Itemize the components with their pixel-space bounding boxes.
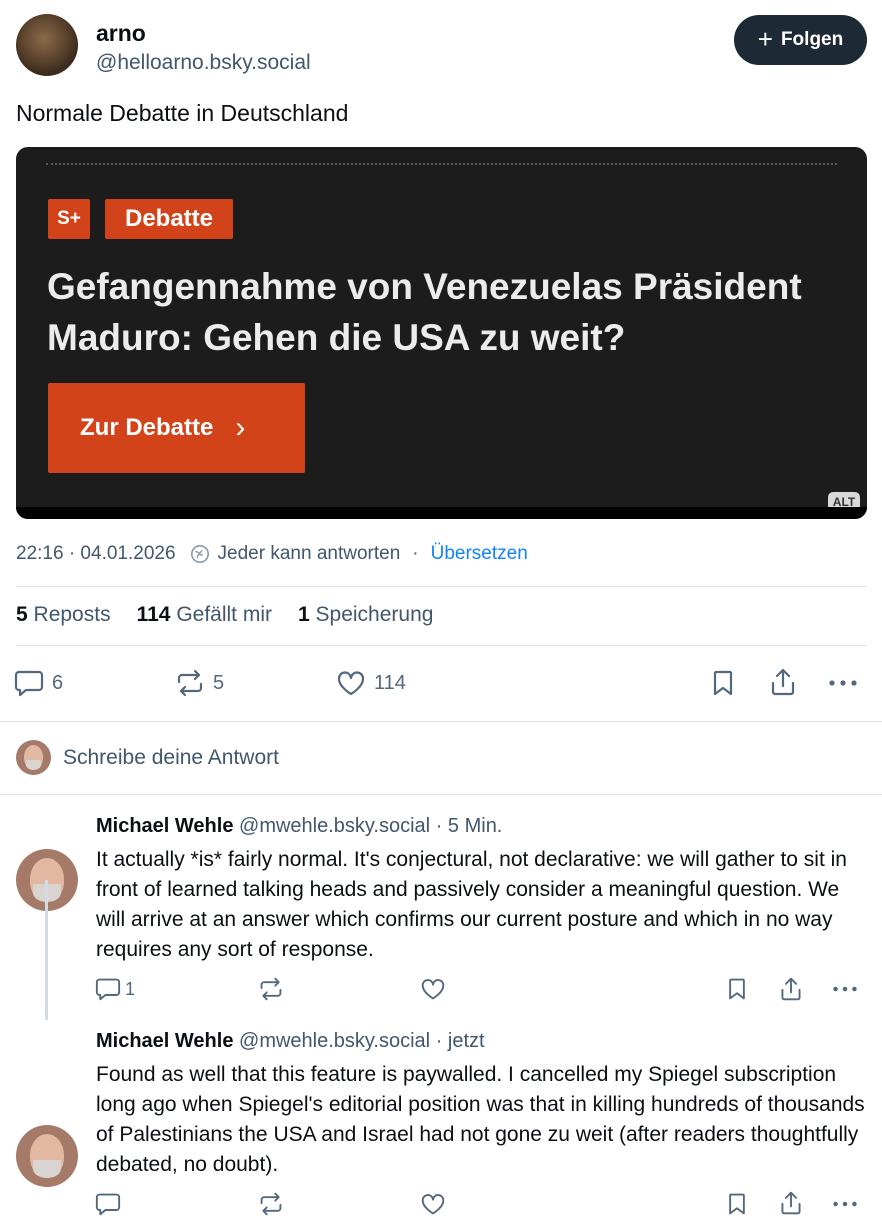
share-upload-icon: [771, 668, 795, 696]
comment-share-button[interactable]: [779, 1190, 803, 1216]
author-handle[interactable]: @helloarno.bsky.social: [96, 51, 311, 75]
comment-reply-button[interactable]: [95, 1192, 121, 1216]
likes-label: Gefällt mir: [176, 603, 272, 626]
speech-bubble-icon: [14, 670, 44, 697]
divider: [0, 721, 882, 722]
reposts-label: Reposts: [33, 603, 111, 626]
bookmark-icon: [713, 670, 733, 696]
globe-icon: [190, 544, 210, 564]
comment-reply-count: 1: [125, 978, 136, 999]
plus-icon: +: [757, 24, 773, 54]
comment-share-button[interactable]: [779, 976, 803, 1002]
chevron-right-icon: ›: [235, 411, 246, 444]
share-upload-icon: [781, 977, 801, 1001]
follow-label: Folgen: [780, 29, 844, 50]
post-meta: 22:16 · 04.01.2026 Jeder kann antworten …: [16, 543, 528, 565]
cta-label: Zur Debatte: [80, 414, 214, 441]
reply-input[interactable]: Schreibe deine Antwort: [63, 746, 279, 770]
repost-arrows-icon: [177, 669, 203, 697]
embedded-image[interactable]: S+ Debatte Gefangennahme von Venezuelas …: [16, 147, 867, 519]
bookmark-button[interactable]: [709, 669, 737, 697]
comment-like-button[interactable]: [420, 1192, 446, 1216]
like-button[interactable]: 114: [336, 669, 406, 697]
comment-author-handle[interactable]: @mwehle.bsky.social: [239, 1030, 430, 1052]
speech-bubble-icon: [95, 1193, 121, 1216]
comment-header: Michael Wehle @mwehle.bsky.social · 5 Mi…: [96, 815, 502, 838]
meta-separator: ·: [412, 543, 419, 564]
post-text: Normale Debatte in Deutschland: [16, 100, 349, 126]
embed-headline: Gefangennahme von Venezuelas Präsident M…: [47, 266, 802, 358]
heart-icon: [337, 671, 365, 696]
comment-avatar[interactable]: [16, 1125, 78, 1187]
like-count: 114: [374, 671, 406, 694]
timestamp: 22:16 · 04.01.2026: [16, 543, 176, 564]
comment-reply-button[interactable]: 1: [95, 977, 135, 1001]
reply-button[interactable]: 6: [14, 669, 63, 697]
ellipsis-icon: [833, 1201, 857, 1207]
comment-bookmark-button[interactable]: [725, 977, 749, 1001]
reply-count: 6: [52, 671, 64, 694]
reposts-count: 5: [16, 603, 28, 626]
translate-link[interactable]: Übersetzen: [431, 543, 528, 565]
post-stats: 5 Reposts 114 Gefällt mir 1 Speicherung: [16, 603, 433, 627]
dotted-divider: [46, 163, 837, 165]
divider: [0, 794, 882, 795]
comment-text: Found as well that this feature is paywa…: [96, 1063, 865, 1176]
category-badge: Debatte: [105, 199, 233, 239]
ellipsis-icon: [833, 986, 857, 992]
bookmark-icon: [729, 978, 745, 1000]
ellipsis-icon: [829, 680, 857, 686]
comment-more-button[interactable]: [832, 983, 858, 995]
zur-debatte-button: Zur Debatte ›: [48, 383, 305, 473]
author-avatar[interactable]: [16, 14, 78, 76]
author-name[interactable]: arno: [96, 20, 146, 47]
repost-button[interactable]: 5: [175, 669, 224, 697]
comment-text: It actually *is* fairly normal. It's con…: [96, 848, 847, 961]
comment-repost-button[interactable]: [258, 977, 284, 1001]
comment-bookmark-button[interactable]: [725, 1192, 749, 1216]
likes-stat[interactable]: 114 Gefällt mir: [137, 603, 272, 627]
share-button[interactable]: [769, 667, 797, 697]
spiegel-plus-badge: S+: [48, 199, 90, 239]
thread-line: [45, 880, 48, 1020]
comment-repost-button[interactable]: [258, 1192, 284, 1216]
likes-count: 114: [136, 603, 171, 626]
reposts-stat[interactable]: 5 Reposts: [16, 603, 111, 627]
divider: [16, 586, 867, 587]
repost-count: 5: [213, 671, 225, 694]
follow-button[interactable]: + Folgen: [734, 15, 867, 65]
user-avatar: [16, 740, 51, 775]
heart-icon: [421, 979, 445, 1000]
comment-header: Michael Wehle @mwehle.bsky.social · jetz…: [96, 1030, 485, 1053]
saves-count: 1: [298, 603, 310, 626]
saves-stat: 1 Speicherung: [298, 603, 433, 627]
share-upload-icon: [781, 1191, 801, 1215]
saves-label: Speicherung: [315, 603, 434, 626]
image-bottom-edge: [16, 507, 867, 519]
divider: [16, 645, 867, 646]
repost-arrows-icon: [260, 1192, 282, 1216]
comment-author-name[interactable]: Michael Wehle: [96, 815, 233, 837]
bookmark-icon: [729, 1193, 745, 1215]
heart-icon: [421, 1194, 445, 1215]
comment-author-handle[interactable]: @mwehle.bsky.social: [239, 815, 430, 837]
reply-setting[interactable]: Jeder kann antworten: [218, 543, 401, 565]
speech-bubble-icon: [95, 978, 121, 1001]
comment-time: · 5 Min.: [435, 815, 503, 837]
comment-author-name[interactable]: Michael Wehle: [96, 1030, 233, 1052]
comment-time: · jetzt: [435, 1030, 485, 1052]
comment-like-button[interactable]: [420, 977, 446, 1001]
more-options-button[interactable]: [828, 676, 858, 690]
comment-more-button[interactable]: [832, 1198, 858, 1210]
repost-arrows-icon: [260, 977, 282, 1001]
